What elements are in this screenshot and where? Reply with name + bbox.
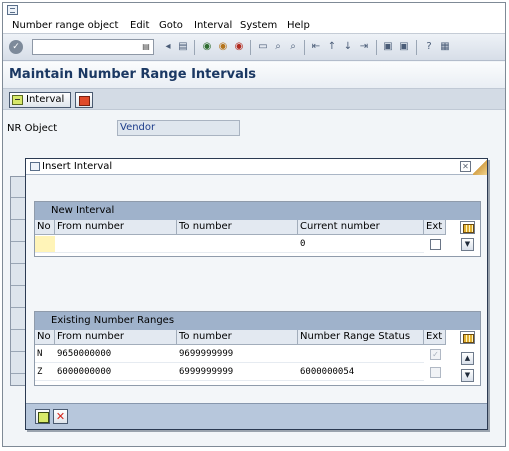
range-ext-checkbox: ✓ [430, 349, 441, 360]
application-toolbar: Interval [3, 88, 505, 110]
find-next-icon[interactable]: ⌕ [286, 40, 300, 54]
shortcut-icon[interactable]: ▣ [397, 40, 411, 54]
previous-page-icon[interactable]: ↑ [325, 40, 339, 54]
column-header-to-number[interactable]: To number [177, 220, 298, 235]
column-header-ext[interactable]: Ext [424, 330, 446, 345]
last-page-icon[interactable]: ⇥ [357, 40, 371, 54]
command-history-icon[interactable]: ▤ [141, 41, 151, 53]
find-icon[interactable]: ⌕ [271, 40, 285, 54]
nr-object-label: NR Object [7, 123, 58, 134]
menu-interval[interactable]: Interval [194, 19, 232, 32]
range-to-number: 6999999999 [177, 364, 298, 381]
range-status: 6000000054 [298, 364, 424, 381]
scroll-down-icon[interactable]: ▼ [461, 369, 474, 382]
help-icon[interactable]: ? [422, 40, 436, 54]
layout-icon[interactable]: ▦ [438, 40, 452, 54]
exit-icon[interactable]: ◉ [216, 40, 230, 54]
print-icon[interactable]: ▭ [256, 40, 270, 54]
toolbar-separator [304, 40, 305, 55]
next-page-icon[interactable]: ↓ [341, 40, 355, 54]
sap-window: Number range object Edit Goto Interval S… [2, 2, 506, 447]
toolbar-separator [376, 40, 377, 55]
close-icon[interactable]: ✕ [460, 161, 471, 172]
range-to-number: 9699999999 [177, 346, 298, 363]
column-header-no[interactable]: No [35, 330, 55, 345]
column-header-from-number[interactable]: From number [55, 330, 177, 345]
range-status [298, 346, 424, 363]
new-ext-checkbox[interactable] [430, 239, 441, 250]
column-settings-icon[interactable] [460, 221, 475, 234]
menu-bar: Number range object Edit Goto Interval S… [3, 3, 505, 34]
menu-edit[interactable]: Edit [130, 19, 149, 32]
range-no: N [35, 346, 55, 363]
column-header-ext[interactable]: Ext [424, 220, 446, 235]
menu-number-range-object[interactable]: Number range object [12, 19, 118, 32]
cancel-icon[interactable]: ◉ [232, 40, 246, 54]
history-back-icon[interactable]: ◂ [161, 40, 175, 54]
continue-icon[interactable] [35, 409, 50, 424]
title-area: Maintain Number Range Intervals [3, 62, 505, 88]
cancel-icon[interactable]: ✕ [53, 409, 68, 424]
dialog-window-icon[interactable] [30, 162, 40, 171]
column-header-to-number[interactable]: To number [177, 330, 298, 345]
window-menu-icon[interactable] [7, 5, 18, 15]
first-page-icon[interactable]: ⇤ [309, 40, 323, 54]
existing-number-ranges-table: Existing Number Ranges No From number To… [34, 311, 481, 386]
toolbar-separator [416, 40, 417, 55]
insert-interval-icon [12, 95, 23, 105]
toolbar-separator [194, 40, 195, 55]
range-ext-checkbox [430, 367, 441, 378]
column-header-from-number[interactable]: From number [55, 220, 177, 235]
range-from-number: 6000000000 [55, 364, 177, 381]
column-header-number-range-status[interactable]: Number Range Status [298, 330, 424, 345]
insert-interval-label: Interval [26, 94, 65, 105]
new-interval-heading: New Interval [35, 202, 480, 220]
save-icon[interactable]: ▤ [176, 40, 190, 54]
column-settings-icon[interactable] [460, 331, 475, 344]
existing-ranges-heading: Existing Number Ranges [35, 312, 480, 330]
range-from-number: 9650000000 [55, 346, 177, 363]
new-no-input[interactable] [35, 236, 55, 253]
new-interval-table: New Interval No From number To number Cu… [34, 201, 481, 257]
new-from-number-input[interactable] [55, 236, 177, 253]
new-current-number-input[interactable]: 0 [298, 236, 424, 253]
back-icon[interactable]: ◉ [200, 40, 214, 54]
insert-interval-button[interactable]: Interval [9, 92, 71, 108]
toolbar-separator [250, 40, 251, 55]
enter-icon[interactable]: ✓ [9, 40, 23, 54]
column-header-no[interactable]: No [35, 220, 55, 235]
command-field[interactable]: ▤ [32, 39, 154, 55]
scroll-up-icon[interactable]: ▲ [461, 352, 474, 365]
menu-goto[interactable]: Goto [159, 19, 183, 32]
menu-system[interactable]: System [240, 19, 277, 32]
scroll-down-icon[interactable]: ▼ [461, 238, 474, 251]
page-title: Maintain Number Range Intervals [9, 67, 257, 82]
delete-interval-icon[interactable] [75, 92, 93, 108]
menu-help[interactable]: Help [287, 19, 310, 32]
range-no: Z [35, 364, 55, 381]
dialog-footer: ✕ [26, 403, 487, 429]
standard-toolbar: ✓ ▤ ◂ ▤ ◉ ◉ ◉ ▭ ⌕ ⌕ ⇤ ↑ ↓ ⇥ ▣ ▣ ? ▦ [3, 34, 505, 61]
dialog-title-bar: Insert Interval ✕ [26, 159, 487, 175]
insert-interval-dialog: Insert Interval ✕ New Interval No From n… [25, 158, 488, 430]
create-session-icon[interactable]: ▣ [381, 40, 395, 54]
nr-object-field: Vendor [117, 120, 240, 136]
new-to-number-input[interactable] [177, 236, 298, 253]
column-header-current-number[interactable]: Current number [298, 220, 424, 235]
dialog-title: Insert Interval [42, 161, 113, 172]
dialog-corner-decoration [473, 159, 487, 175]
